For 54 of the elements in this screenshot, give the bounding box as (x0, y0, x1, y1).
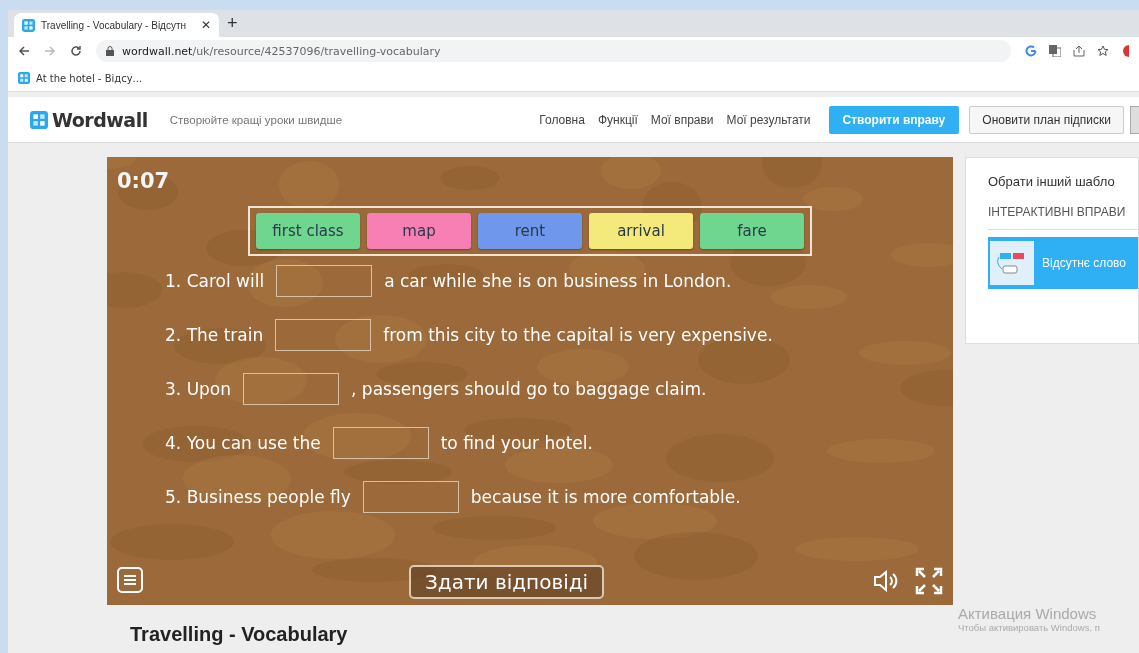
answer-box[interactable] (243, 373, 340, 405)
answer-box[interactable] (332, 427, 429, 459)
nav-link[interactable]: Мої вправи (650, 112, 714, 127)
word-card[interactable]: fare (700, 213, 804, 249)
address-bar[interactable]: wordwall.net/uk/resource/42537096/travelling-vocabulary (96, 40, 1011, 62)
extension-icon[interactable] (1121, 45, 1129, 57)
sentence-text: to find your hotel. (440, 433, 593, 453)
sentence-text: 3. Upon (165, 379, 232, 399)
logo-text[interactable]: Wordwall (52, 108, 148, 131)
sound-icon[interactable] (873, 570, 899, 592)
word-card[interactable]: map (367, 213, 471, 249)
sentence-text: a car while she is on business in London. (384, 271, 732, 291)
google-icon[interactable] (1025, 45, 1037, 57)
activity-title: Travelling - Vocabulary (130, 623, 348, 646)
sentence-text: 2. The train (165, 325, 264, 345)
sidebar-title: Обрати інший шабло (988, 174, 1116, 189)
word-card[interactable]: rent (478, 213, 582, 249)
nav-link[interactable]: Функції (597, 112, 638, 127)
nav-link[interactable]: Головна (539, 112, 585, 127)
sentence-text: because it is more comfortable. (470, 487, 741, 507)
upgrade-button[interactable]: Оновити план підписки (969, 105, 1124, 134)
menu-button[interactable] (117, 566, 143, 596)
bookmark-link[interactable]: At the hotel - Відсу... (36, 72, 143, 84)
answer-box[interactable] (275, 319, 372, 351)
new-tab-button[interactable]: + (227, 13, 238, 34)
sentence-text: 5. Business people fly (165, 487, 351, 507)
tagline: Створюйте кращі уроки швидше (169, 113, 343, 126)
activation-hint: Чтобы активировать Windows, п (958, 622, 1100, 633)
favicon-icon (18, 72, 30, 84)
sentence-text: 1. Carol will (165, 271, 265, 291)
back-icon[interactable] (18, 45, 30, 57)
sentence-text: 4. You can use the (165, 433, 321, 453)
word-card[interactable]: arrival (589, 213, 693, 249)
share-icon[interactable] (1073, 45, 1085, 57)
favicon-icon (22, 18, 35, 32)
answer-box[interactable] (276, 265, 373, 297)
answer-box[interactable] (362, 481, 459, 513)
logo-icon (30, 110, 48, 129)
sentence-text: , passengers should go to baggage claim. (351, 379, 707, 399)
close-icon[interactable]: ✕ (201, 18, 211, 32)
lock-icon (106, 46, 114, 56)
star-icon[interactable] (1097, 45, 1109, 57)
template-thumbnail-icon (990, 241, 1034, 285)
translate-icon[interactable] (1049, 45, 1061, 57)
word-card[interactable]: first class (256, 213, 360, 249)
fullscreen-icon[interactable] (915, 567, 943, 595)
section-heading: ІНТЕРАКТИВНІ ВПРАВИ (988, 205, 1138, 230)
reload-icon[interactable] (70, 45, 82, 57)
browser-tab[interactable]: Travelling - Vocabulary - Відсутн ✕ (14, 13, 219, 37)
sentence-text: from this city to the capital is very expensive. (383, 325, 773, 345)
timer: 0:07 (117, 169, 170, 193)
activation-notice: Активация Windows (958, 605, 1098, 622)
nav-link[interactable]: Мої результати (726, 112, 811, 127)
submit-button[interactable]: Здати відповіді (409, 565, 605, 599)
